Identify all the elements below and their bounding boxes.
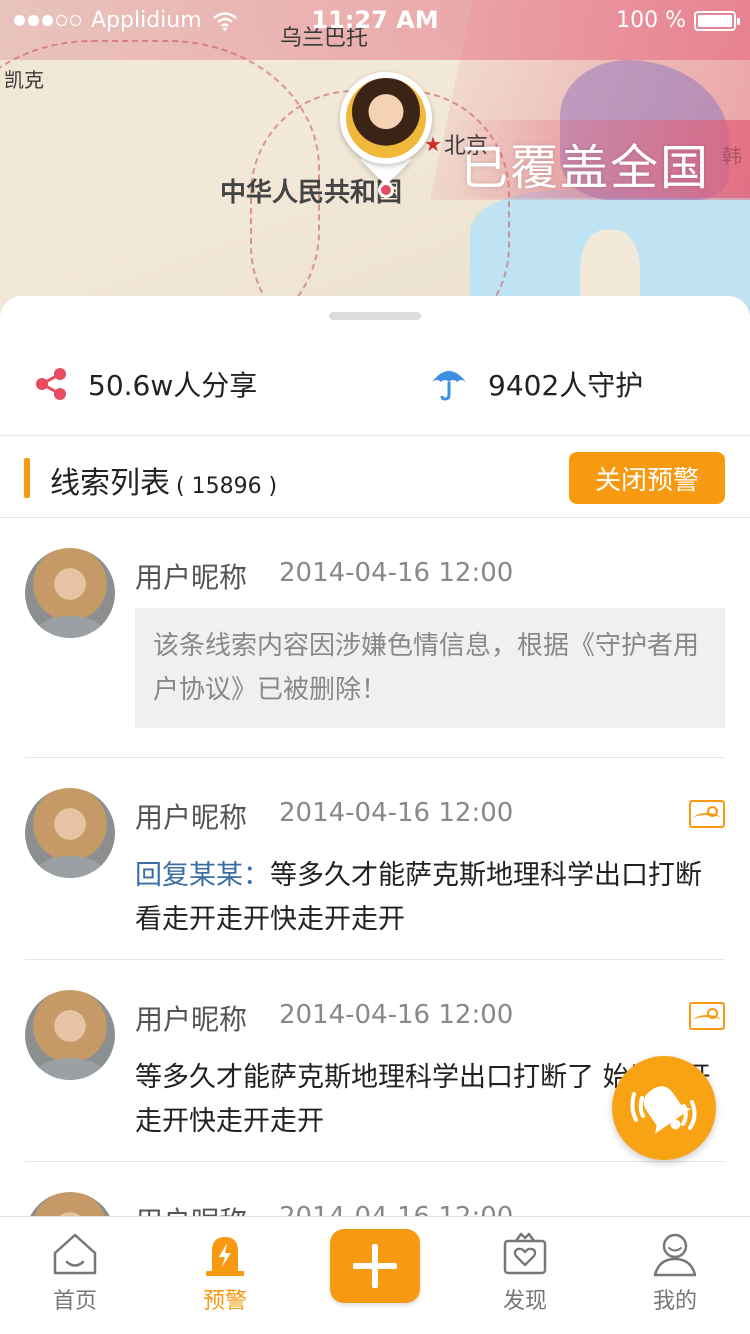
- battery-icon: [694, 10, 740, 31]
- reply-to-user[interactable]: 回复某某：: [135, 860, 270, 891]
- clue-nickname: 用户昵称: [135, 801, 248, 834]
- clue-count: ( 15896 ): [176, 474, 278, 499]
- alarm-bell-button[interactable]: [612, 1056, 716, 1160]
- tab-alert[interactable]: 预警: [150, 1217, 300, 1334]
- plus-icon: [353, 1244, 397, 1288]
- bell-icon: [630, 1086, 697, 1134]
- clue-item[interactable]: 用户昵称 2014-04-16 12:00 该条线索内容因涉嫌色情信息，根据《守…: [25, 518, 725, 758]
- tab-bar: 首页 预警 发现 我的: [0, 1216, 750, 1334]
- drag-handle[interactable]: [329, 312, 421, 320]
- clue-content: 回复某某：等多久才能萨克斯地理科学出口打断看走开走开快走开走开: [135, 854, 725, 942]
- add-button[interactable]: [330, 1229, 420, 1303]
- status-right: 100 %: [616, 8, 740, 33]
- map-label-kaike: 凯克: [4, 68, 44, 92]
- clue-list-header: 线索列表( 15896 ) 关闭预警: [0, 436, 750, 518]
- alert-siren-icon: [206, 1237, 244, 1276]
- coverage-text: 已覆盖全国: [460, 140, 711, 196]
- close-alert-button[interactable]: 关闭预警: [569, 452, 725, 504]
- clue-nickname: 用户昵称: [135, 561, 248, 594]
- avatar[interactable]: [25, 548, 115, 638]
- share-stat[interactable]: 50.6w人分享: [34, 364, 257, 404]
- image-attachment-icon[interactable]: [689, 800, 725, 828]
- discover-icon: [503, 1232, 547, 1275]
- profile-icon: [653, 1233, 697, 1277]
- share-count: 50.6w人分享: [88, 369, 258, 402]
- share-icon: [36, 368, 66, 400]
- map-view[interactable]: 乌兰巴托 凯克 中华人民共和国 ★ 北京 韩 已覆盖全国: [0, 0, 750, 330]
- clue-list-title-text: 线索列表: [50, 466, 170, 501]
- clue-time: 2014-04-16 12:00: [279, 1000, 514, 1030]
- umbrella-icon: [432, 371, 466, 401]
- child-location-pin[interactable]: [340, 72, 432, 202]
- status-bar: Applidium 11:27 AM 100 %: [0, 0, 750, 40]
- deleted-notice: 该条线索内容因涉嫌色情信息，根据《守护者用户协议》已被删除！: [135, 608, 725, 728]
- tab-discover[interactable]: 发现: [450, 1217, 600, 1334]
- clue-time: 2014-04-16 12:00: [279, 558, 514, 588]
- tab-mine[interactable]: 我的: [600, 1217, 750, 1334]
- guard-count: 9402人守护: [488, 369, 644, 402]
- clue-item[interactable]: 用户昵称 2014-04-16 12:00 回复某某：等多久才能萨克斯地理科学出…: [25, 758, 725, 960]
- battery-percent: 100 %: [616, 8, 686, 33]
- tab-home[interactable]: 首页: [0, 1217, 150, 1334]
- tab-home-label: 首页: [52, 1289, 97, 1314]
- clue-list-title: 线索列表( 15896 ): [50, 458, 277, 502]
- location-dot: [378, 182, 394, 198]
- section-accent-bar: [24, 458, 30, 498]
- tab-mine-label: 我的: [652, 1289, 697, 1314]
- stats-row: 50.6w人分享 9402人守护: [0, 336, 750, 436]
- tab-discover-label: 发现: [502, 1289, 547, 1314]
- home-icon: [53, 1233, 97, 1275]
- child-avatar: [346, 78, 426, 158]
- guard-stat[interactable]: 9402人守护: [430, 364, 643, 404]
- avatar[interactable]: [25, 990, 115, 1080]
- tab-alert-label: 预警: [202, 1289, 247, 1314]
- clue-time: 2014-04-16 12:00: [279, 798, 514, 828]
- image-attachment-icon[interactable]: [689, 1002, 725, 1030]
- avatar[interactable]: [25, 788, 115, 878]
- clue-nickname: 用户昵称: [135, 1003, 248, 1036]
